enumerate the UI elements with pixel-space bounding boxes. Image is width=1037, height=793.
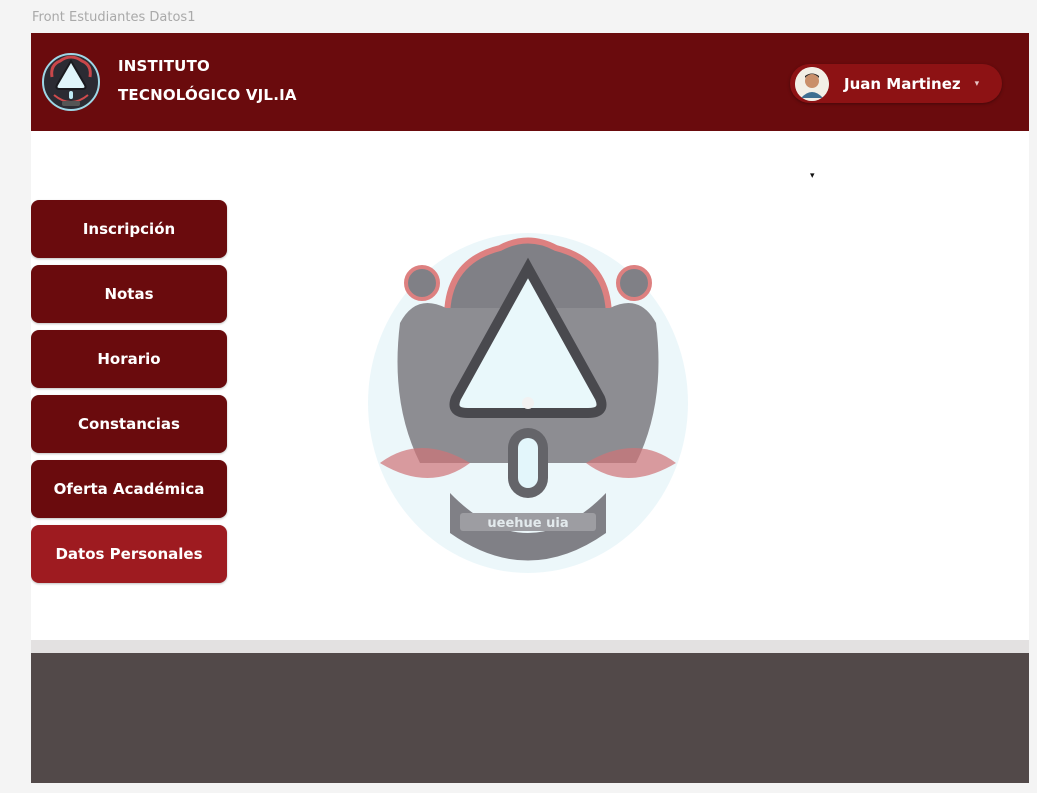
sidebar-menu: Inscripción Notas Horario Constancias Of… [31, 200, 227, 590]
menu-button-inscripcion[interactable]: Inscripción [31, 200, 227, 258]
brand-line-1: INSTITUTO [118, 57, 210, 75]
menu-button-notas[interactable]: Notas [31, 265, 227, 323]
brand-line-2: TECNOLÓGICO VJL.IA [118, 86, 297, 104]
menu-button-oferta-academica[interactable]: Oferta Académica [31, 460, 227, 518]
menu-button-datos-personales[interactable]: Datos Personales [31, 525, 227, 583]
frame-label: Front Estudiantes Datos1 [32, 10, 196, 25]
svg-text:ueehue uia: ueehue uia [487, 516, 568, 531]
page-footer [31, 653, 1029, 783]
user-menu-button[interactable]: Juan Martinez ▾ [790, 64, 1002, 103]
institute-logo-icon[interactable] [40, 47, 102, 117]
user-avatar-icon [795, 66, 829, 101]
chevron-down-icon[interactable]: ▾ [975, 78, 980, 89]
institute-watermark-logo-icon: ueehue uia [368, 233, 688, 573]
brand-title: INSTITUTO TECNOLÓGICO VJL.IA [118, 52, 297, 110]
app-frame: INSTITUTO TECNOLÓGICO VJL.IA Juan Martin… [31, 33, 1029, 783]
menu-button-constancias[interactable]: Constancias [31, 395, 227, 453]
user-name: Juan Martinez [844, 74, 961, 93]
dropdown-caret-icon[interactable]: ▾ [810, 170, 815, 181]
footer-divider [31, 640, 1029, 653]
top-header: INSTITUTO TECNOLÓGICO VJL.IA Juan Martin… [31, 33, 1029, 131]
menu-button-horario[interactable]: Horario [31, 330, 227, 388]
